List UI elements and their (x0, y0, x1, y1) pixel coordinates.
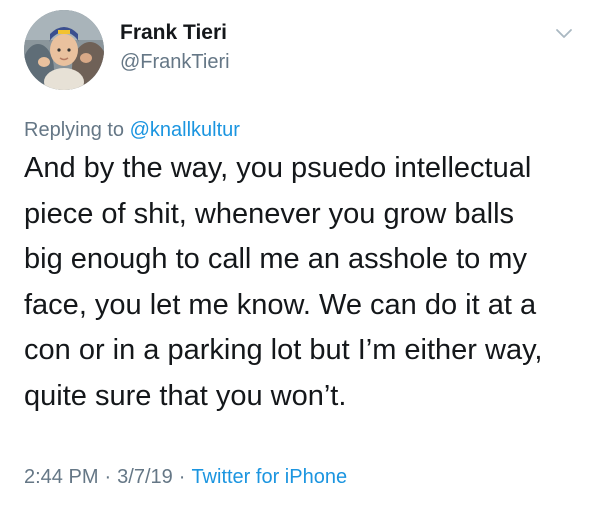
author-display-name[interactable]: Frank Tieri (120, 20, 227, 46)
reply-mention-link[interactable]: @knallkultur (130, 119, 240, 141)
tweet-text-line: face, you let me know. We can do it at a (24, 288, 537, 321)
profile-photo-avatar-icon (24, 10, 104, 90)
tweet-source-link[interactable]: Twitter for iPhone (191, 466, 347, 488)
tweet-text-line: quite sure that you won’t. (24, 379, 347, 412)
replying-to: Replying to @knallkultur (24, 117, 240, 143)
tweet-date: 3/7/19 (117, 466, 173, 488)
meta-separator: · (104, 466, 112, 488)
tweet-text-line: And by the way, you psuedo intellectual (24, 152, 532, 184)
tweet-text-line: con or in a parking lot but I’m either w… (24, 334, 543, 366)
tweet-text-line: big enough to call me an asshole to my (24, 243, 527, 275)
tweet-text-line: piece of shit, whenever you grow balls (24, 197, 515, 230)
tweet-time: 2:44 PM (24, 466, 99, 488)
meta-separator: · (178, 466, 186, 488)
chevron-down-icon[interactable] (553, 22, 575, 44)
avatar[interactable] (24, 10, 104, 90)
tweet-meta: 2:44 PM · 3/7/19 · Twitter for iPhone (24, 464, 347, 490)
replying-to-label: Replying to (24, 119, 130, 141)
tweet-card: Frank Tieri @FrankTieri Replying to @kna… (0, 0, 600, 510)
tweet-text: And by the way, you psuedo intellectual … (24, 146, 584, 419)
author-handle[interactable]: @FrankTieri (120, 49, 230, 75)
